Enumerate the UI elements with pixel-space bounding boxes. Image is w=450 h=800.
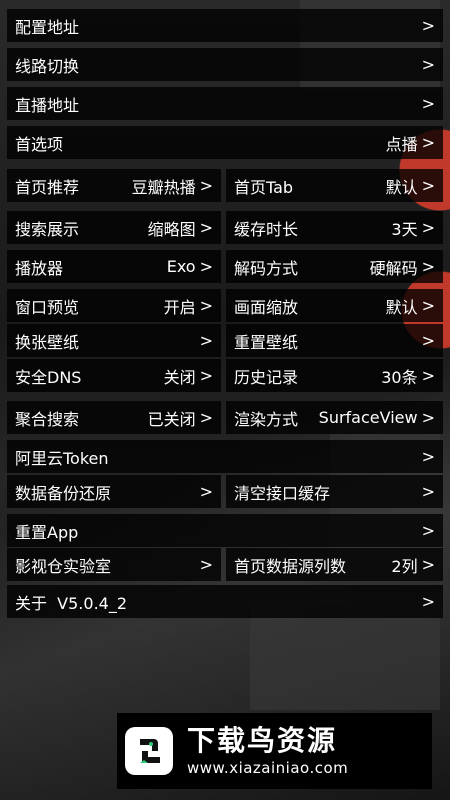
chevron-right-icon: > — [421, 408, 435, 427]
render-mode-label: 渲染方式 — [234, 409, 299, 429]
history-label: 历史记录 — [234, 367, 299, 387]
home-columns-value: 2列 — [391, 556, 418, 576]
home-recommend-item[interactable]: 首页推荐 豆瓣热播 > — [7, 169, 221, 202]
lab-label: 影视仓实验室 — [15, 556, 112, 576]
chevron-right-icon: > — [421, 94, 435, 113]
aliyun-token-label: 阿里云Token — [15, 448, 109, 468]
home-tab-item[interactable]: 首页Tab 默认 > — [226, 169, 443, 202]
search-display-item[interactable]: 搜索展示 缩略图 > — [7, 211, 221, 244]
chevron-right-icon: > — [199, 176, 213, 195]
cache-duration-item[interactable]: 缓存时长 3天 > — [226, 211, 443, 244]
live-address-item[interactable]: 直播地址 > — [7, 87, 443, 120]
decode-mode-label: 解码方式 — [234, 258, 299, 278]
chevron-right-icon: > — [421, 366, 435, 385]
about-label: 关于 V5.0.4_2 — [15, 593, 128, 613]
chevron-right-icon: > — [421, 55, 435, 74]
chevron-right-icon: > — [199, 331, 213, 350]
live-address-label: 直播地址 — [15, 95, 80, 115]
reset-wallpaper-label: 重置壁纸 — [234, 332, 299, 352]
render-mode-item[interactable]: 渲染方式 SurfaceView > — [226, 401, 443, 434]
bird-logo-glyph — [140, 739, 160, 763]
player-value: Exo — [166, 257, 196, 276]
change-wallpaper-label: 换张壁纸 — [15, 332, 80, 352]
wallpaper-background — [0, 0, 450, 800]
route-switch-item[interactable]: 线路切换 > — [7, 48, 443, 81]
config-address-item[interactable]: 配置地址 > — [7, 9, 443, 42]
home-tab-value: 默认 — [385, 177, 418, 197]
secure-dns-item[interactable]: 安全DNS 关闭 > — [7, 359, 221, 392]
watermark-banner: 下载鸟资源 www.xiazainiao.com — [117, 713, 432, 789]
clear-cache-item[interactable]: 清空接口缓存 > — [226, 475, 443, 508]
chevron-right-icon: > — [199, 366, 213, 385]
chevron-right-icon: > — [421, 176, 435, 195]
chevron-right-icon: > — [199, 482, 213, 501]
cache-duration-label: 缓存时长 — [234, 219, 299, 239]
picture-scale-label: 画面缩放 — [234, 297, 299, 317]
window-preview-label: 窗口预览 — [15, 297, 80, 317]
chevron-right-icon: > — [199, 408, 213, 427]
chevron-right-icon: > — [421, 16, 435, 35]
chevron-right-icon: > — [421, 555, 435, 574]
clear-cache-label: 清空接口缓存 — [234, 483, 331, 503]
decode-mode-value: 硬解码 — [369, 258, 418, 278]
aggregate-search-item[interactable]: 聚合搜索 已关闭 > — [7, 401, 221, 434]
home-tab-label: 首页Tab — [234, 177, 294, 197]
window-preview-item[interactable]: 窗口预览 开启 > — [7, 289, 221, 322]
preferences-item[interactable]: 首选项 点播 > — [7, 126, 443, 159]
history-value: 30条 — [381, 367, 418, 387]
chevron-right-icon: > — [421, 257, 435, 276]
chevron-right-icon: > — [199, 296, 213, 315]
chevron-right-icon: > — [421, 592, 435, 611]
chevron-right-icon: > — [421, 218, 435, 237]
secure-dns-value: 关闭 — [163, 367, 196, 387]
preferences-label: 首选项 — [15, 134, 64, 154]
about-item[interactable]: 关于 V5.0.4_2 > — [7, 585, 443, 618]
reset-wallpaper-item[interactable]: 重置壁纸 > — [226, 324, 443, 357]
search-display-value: 缩略图 — [147, 219, 196, 239]
secure-dns-label: 安全DNS — [15, 367, 82, 387]
picture-scale-item[interactable]: 画面缩放 默认 > — [226, 289, 443, 322]
window-preview-value: 开启 — [163, 297, 196, 317]
change-wallpaper-item[interactable]: 换张壁纸 > — [7, 324, 221, 357]
home-recommend-label: 首页推荐 — [15, 177, 80, 197]
config-address-label: 配置地址 — [15, 17, 80, 37]
aggregate-search-label: 聚合搜索 — [15, 409, 80, 429]
watermark-url: www.xiazainiao.com — [187, 759, 349, 777]
chevron-right-icon: > — [421, 331, 435, 350]
chevron-right-icon: > — [199, 555, 213, 574]
reset-app-label: 重置App — [15, 522, 79, 542]
chevron-right-icon: > — [199, 218, 213, 237]
player-item[interactable]: 播放器 Exo > — [7, 250, 221, 283]
watermark-title: 下载鸟资源 — [187, 724, 338, 757]
lab-item[interactable]: 影视仓实验室 > — [7, 548, 221, 581]
player-label: 播放器 — [15, 258, 64, 278]
history-item[interactable]: 历史记录 30条 > — [226, 359, 443, 392]
chevron-right-icon: > — [199, 257, 213, 276]
chevron-right-icon: > — [421, 133, 435, 152]
home-columns-label: 首页数据源列数 — [234, 556, 347, 576]
data-backup-label: 数据备份还原 — [15, 483, 112, 503]
aggregate-search-value: 已关闭 — [147, 409, 196, 429]
chevron-right-icon: > — [421, 482, 435, 501]
preferences-value: 点播 — [385, 134, 418, 154]
data-backup-item[interactable]: 数据备份还原 > — [7, 475, 221, 508]
route-switch-label: 线路切换 — [15, 56, 80, 76]
decode-mode-item[interactable]: 解码方式 硬解码 > — [226, 250, 443, 283]
search-display-label: 搜索展示 — [15, 219, 80, 239]
aliyun-token-item[interactable]: 阿里云Token > — [7, 440, 443, 473]
render-mode-value: SurfaceView — [318, 408, 418, 427]
picture-scale-value: 默认 — [385, 297, 418, 317]
chevron-right-icon: > — [421, 296, 435, 315]
home-columns-item[interactable]: 首页数据源列数 2列 > — [226, 548, 443, 581]
chevron-right-icon: > — [421, 521, 435, 540]
chevron-right-icon: > — [421, 447, 435, 466]
cache-duration-value: 3天 — [391, 219, 418, 239]
home-recommend-value: 豆瓣热播 — [131, 177, 196, 197]
reset-app-item[interactable]: 重置App > — [7, 514, 443, 547]
bird-logo-icon — [125, 727, 173, 775]
